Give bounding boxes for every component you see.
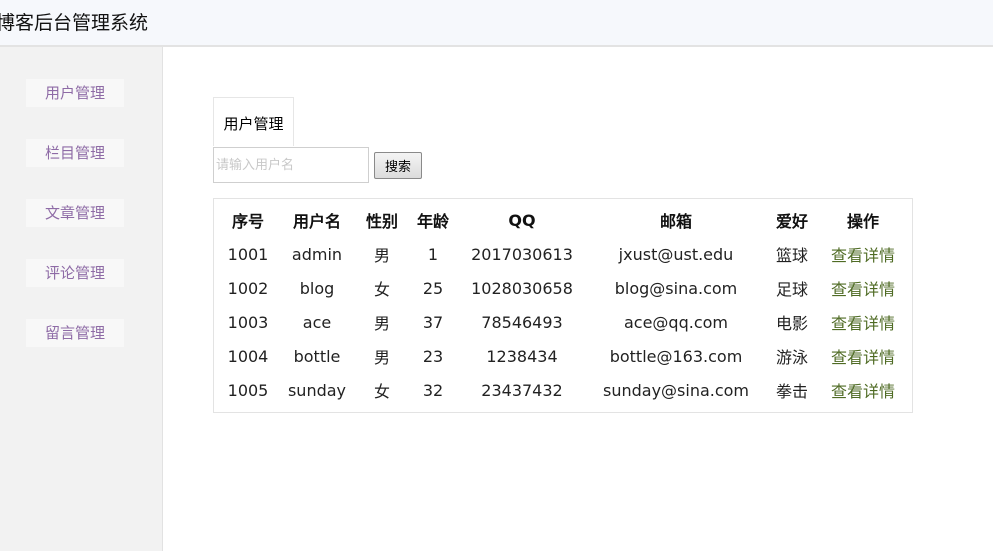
cell-age: 37: [422, 312, 444, 332]
sidebar-item-comment-management[interactable]: 评论管理: [26, 259, 124, 287]
table-row: 1002 blog 女 25 1028030658 blog@sina.com …: [219, 271, 909, 305]
cell-gender: 女: [373, 280, 390, 299]
table-row: 1001 admin 男 1 2017030613 jxust@ust.edu …: [219, 237, 909, 271]
cell-email: ace@qq.com: [623, 312, 728, 332]
col-header-action: 操作: [846, 212, 879, 231]
search-input[interactable]: [213, 147, 369, 183]
sidebar: 用户管理 栏目管理 文章管理 评论管理 留言管理: [0, 47, 163, 551]
cell-email: bottle@163.com: [609, 346, 743, 366]
cell-qq: 23437432: [481, 380, 563, 400]
cell-id: 1005: [227, 380, 269, 400]
cell-qq: 2017030613: [471, 244, 573, 264]
cell-gender: 男: [373, 348, 390, 367]
cell-id: 1003: [227, 312, 269, 332]
tab-user-management[interactable]: 用户管理: [213, 97, 294, 146]
col-header-qq: QQ: [508, 210, 536, 230]
cell-action: 查看详情: [817, 237, 909, 271]
sidebar-item-message-management[interactable]: 留言管理: [26, 319, 124, 347]
top-header: 博客后台管理系统: [0, 0, 993, 47]
view-details-link[interactable]: 查看详情: [831, 314, 895, 333]
view-details-link[interactable]: 查看详情: [831, 348, 895, 367]
app-title: 博客后台管理系统: [0, 12, 149, 34]
col-header-age: 年龄: [416, 212, 449, 231]
cell-username: ace: [302, 312, 332, 332]
cell-hobby: 拳击: [775, 382, 808, 401]
cell-hobby: 电影: [775, 314, 808, 333]
cell-hobby: 篮球: [775, 246, 808, 265]
cell-id: 1004: [227, 346, 269, 366]
col-header-gender: 性别: [365, 212, 398, 231]
cell-username: bottle: [293, 346, 341, 366]
cell-action: 查看详情: [817, 271, 909, 305]
cell-qq: 1028030658: [471, 278, 573, 298]
table-row: 1004 bottle 男 23 1238434 bottle@163.com …: [219, 339, 909, 373]
col-header-username: 用户名: [292, 212, 341, 231]
cell-email: jxust@ust.edu: [618, 244, 734, 264]
cell-gender: 男: [373, 246, 390, 265]
cell-hobby: 足球: [775, 280, 808, 299]
cell-gender: 女: [373, 382, 390, 401]
cell-age: 25: [422, 278, 444, 298]
cell-id: 1001: [227, 244, 269, 264]
col-header-email: 邮箱: [659, 212, 692, 231]
table-row: 1003 ace 男 37 78546493 ace@qq.com 电影 查看详…: [219, 305, 909, 339]
cell-username: blog: [299, 278, 335, 298]
cell-qq: 1238434: [486, 346, 558, 366]
cell-hobby: 游泳: [775, 348, 808, 367]
cell-action: 查看详情: [817, 339, 909, 373]
cell-username: admin: [291, 244, 343, 264]
cell-action: 查看详情: [817, 373, 909, 407]
cell-age: 1: [427, 244, 439, 264]
sidebar-item-user-management[interactable]: 用户管理: [26, 79, 124, 107]
cell-age: 32: [422, 380, 444, 400]
sidebar-item-article-management[interactable]: 文章管理: [26, 199, 124, 227]
view-details-link[interactable]: 查看详情: [831, 382, 895, 401]
cell-age: 23: [422, 346, 444, 366]
cell-action: 查看详情: [817, 305, 909, 339]
cell-gender: 男: [373, 314, 390, 333]
cell-email: blog@sina.com: [614, 278, 738, 298]
search-button[interactable]: 搜索: [374, 152, 422, 179]
table-header-row: 序号 用户名 性别 年龄 QQ 邮箱 爱好 操作: [219, 203, 909, 237]
cell-username: sunday: [287, 380, 347, 400]
col-header-id: 序号: [231, 212, 264, 231]
table-row: 1005 sunday 女 32 23437432 sunday@sina.co…: [219, 373, 909, 407]
user-table: 序号 用户名 性别 年龄 QQ 邮箱 爱好 操作 1001 admin 男 1 …: [219, 203, 909, 407]
sidebar-item-column-management[interactable]: 栏目管理: [26, 139, 124, 167]
view-details-link[interactable]: 查看详情: [831, 280, 895, 299]
col-header-hobby: 爱好: [775, 212, 808, 231]
cell-email: sunday@sina.com: [602, 380, 750, 400]
view-details-link[interactable]: 查看详情: [831, 246, 895, 265]
user-table-container: 序号 用户名 性别 年龄 QQ 邮箱 爱好 操作 1001 admin 男 1 …: [213, 198, 913, 413]
cell-qq: 78546493: [481, 312, 563, 332]
cell-id: 1002: [227, 278, 269, 298]
